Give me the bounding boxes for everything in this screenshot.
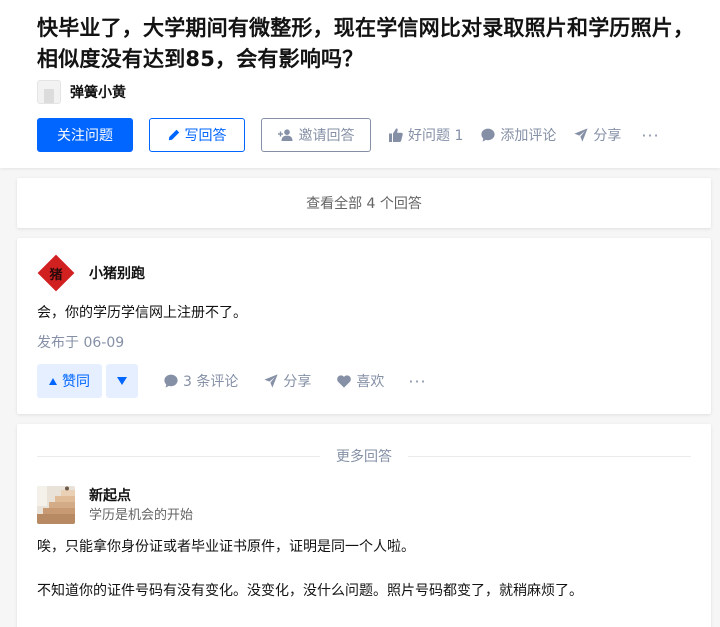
answer-author-avatar[interactable] <box>37 486 75 524</box>
question-title: 快毕业了，大学期间有微整形，现在学信网比对录取照片和学历照片，相似度没有达到85… <box>37 16 695 71</box>
invite-user-icon <box>277 129 292 141</box>
heart-icon <box>337 374 352 388</box>
more-icon[interactable]: ··· <box>408 372 426 391</box>
answer-author[interactable]: 猪 小猪别跑 <box>37 254 145 292</box>
add-comment-label: 添加评论 <box>500 128 557 144</box>
comments-button[interactable]: 3 条评论 <box>164 371 238 391</box>
answer-card: 猪 小猪别跑 会，你的学历学信网上注册不了。 发布于 06-09 赞同 3 条评… <box>17 238 711 414</box>
comment-icon <box>481 128 495 142</box>
answer-paragraph: 唉，只能拿你身份证或者毕业证书原件，证明是同一个人啦。 <box>37 539 415 555</box>
add-comment-button[interactable]: 添加评论 <box>481 125 556 145</box>
pencil-icon <box>168 129 179 141</box>
more-answers-card: 更多回答 新起点 学历是机会的开始 唉，只能拿你身份证或者毕业证书原件，证明是同… <box>17 424 711 627</box>
answer-author-avatar[interactable]: 猪 <box>37 254 75 292</box>
view-all-answers-button[interactable]: 查看全部 4 个回答 <box>17 178 711 228</box>
answer-author-name[interactable]: 新起点 <box>89 486 193 506</box>
write-answer-button[interactable]: 写回答 <box>149 118 245 152</box>
downvote-triangle-icon <box>117 377 127 385</box>
answer-actions: 赞同 3 条评论 分享 喜欢 ··· <box>37 364 427 398</box>
more-answers-divider: 更多回答 <box>37 446 691 466</box>
question-actions: 关注问题 写回答 邀请回答 好问题 1 添加评论 分享 ··· <box>37 118 660 152</box>
downvote-button[interactable] <box>106 364 138 398</box>
answer-author-name[interactable]: 小猪别跑 <box>89 263 145 283</box>
answer-paragraph: 不知道你的证件号码有没有变化。没变化，没什么问题。照片号码都变了，就稍麻烦了。 <box>37 583 583 599</box>
good-question-label: 好问题 1 <box>408 128 464 144</box>
upvote-label: 赞同 <box>62 374 90 390</box>
answer-content: 会，你的学历学信网上注册不了。 <box>37 305 247 321</box>
thumbs-up-icon <box>389 128 403 142</box>
follow-question-button[interactable]: 关注问题 <box>37 118 133 152</box>
answer-share-button[interactable]: 分享 <box>264 371 311 391</box>
comments-label: 3 条评论 <box>183 374 239 390</box>
good-question-button[interactable]: 好问题 1 <box>389 125 463 145</box>
answer-date[interactable]: 发布于 06-09 <box>37 332 124 352</box>
avatar-character: 猪 <box>49 267 63 283</box>
share-icon <box>574 128 588 142</box>
answer-author-bio: 学历是机会的开始 <box>89 508 194 523</box>
share-icon <box>264 374 278 388</box>
asker-name[interactable]: 弹簧小黄 <box>70 82 126 102</box>
upvote-button[interactable]: 赞同 <box>37 364 102 398</box>
upvote-triangle-icon <box>49 377 57 385</box>
answer-author[interactable]: 新起点 学历是机会的开始 <box>37 486 193 526</box>
more-answers-label: 更多回答 <box>336 449 392 465</box>
stairs-avatar-image <box>37 486 75 524</box>
share-label: 分享 <box>593 128 622 144</box>
invite-answer-button[interactable]: 邀请回答 <box>261 118 371 152</box>
comment-icon <box>164 374 178 388</box>
answer-share-label: 分享 <box>283 374 312 390</box>
asker-avatar[interactable] <box>37 80 61 104</box>
more-icon[interactable]: ··· <box>641 126 659 145</box>
share-button[interactable]: 分享 <box>574 125 621 145</box>
question-header: 快毕业了，大学期间有微整形，现在学信网比对录取照片和学历照片，相似度没有达到85… <box>0 0 720 168</box>
invite-answer-label: 邀请回答 <box>298 128 355 144</box>
asker-info[interactable]: 弹簧小黄 <box>37 80 126 104</box>
like-label: 喜欢 <box>356 374 385 390</box>
like-button[interactable]: 喜欢 <box>337 371 384 391</box>
write-answer-label: 写回答 <box>184 128 227 144</box>
